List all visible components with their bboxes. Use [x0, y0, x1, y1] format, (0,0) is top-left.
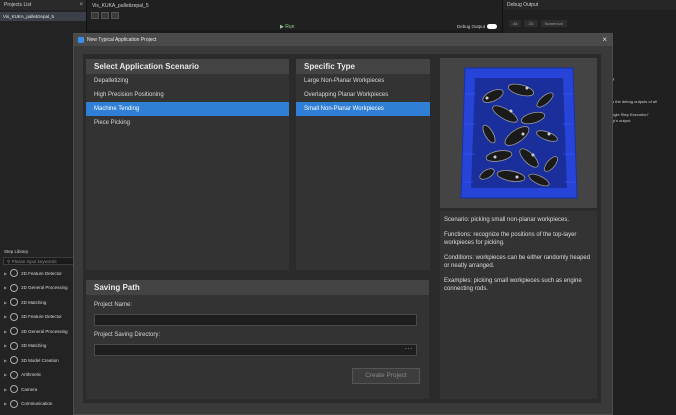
project-item[interactable]: Vis_KUKA_palletizepal_5 — [0, 12, 86, 21]
step-icon — [10, 312, 19, 321]
step-icon — [10, 341, 19, 350]
scenario-preview-image — [440, 58, 597, 208]
step-icon — [10, 370, 19, 379]
toggle-switch[interactable] — [487, 24, 498, 30]
scenario-list-panel: Select Application Scenario Depalletizin… — [86, 59, 289, 270]
step-icon — [10, 385, 19, 394]
scenario-heading: Select Application Scenario — [86, 59, 289, 74]
debug-note: ows the debug outputs of all — [607, 99, 657, 104]
app-icon — [78, 37, 84, 43]
chevron-right-icon: ▶ — [4, 270, 8, 276]
close-icon[interactable]: × — [79, 0, 83, 10]
tab-project[interactable]: Vis_KUKA_palletizepal_5 — [89, 2, 152, 10]
close-icon[interactable]: × — [602, 35, 607, 44]
filter-numerical[interactable]: Numerical — [540, 20, 567, 27]
new-project-dialog: New Typical Application Project × Select… — [73, 33, 613, 415]
library-item-label: Arithmetic — [21, 372, 42, 378]
toolbar-button[interactable] — [101, 12, 109, 19]
projects-title: Projects List — [4, 2, 32, 8]
dialog-body: Select Application Scenario Depalletizin… — [83, 54, 601, 403]
project-name-input[interactable] — [94, 314, 417, 326]
chevron-right-icon: ▶ — [4, 299, 8, 305]
filter-all[interactable]: All — [509, 20, 522, 27]
chevron-right-icon: ▶ — [4, 372, 8, 378]
project-dir-input[interactable] — [94, 344, 417, 356]
library-item-label: 3D Matching — [21, 343, 47, 349]
debug-output-label: Debug Output — [457, 24, 486, 29]
step-icon — [10, 269, 19, 278]
chevron-right-icon: ▶ — [4, 328, 8, 334]
library-item-label: Communication — [21, 401, 53, 407]
debug-note: "Single Step Execution" — [607, 112, 649, 117]
library-item-label: 3D Feature Detector — [21, 314, 62, 320]
run-label: Run — [285, 24, 295, 30]
chevron-right-icon: ▶ — [4, 386, 8, 392]
step-icon — [10, 298, 19, 307]
specific-type-panel: Specific Type Large Non-Planar Workpiece… — [296, 59, 430, 270]
dialog-title-bar: New Typical Application Project × — [74, 34, 612, 46]
library-item-label: 2D General Processing — [21, 285, 68, 291]
toolbar — [91, 12, 119, 19]
browse-directory-button[interactable]: ... — [405, 345, 413, 351]
scenario-item-piece-picking[interactable]: Piece Picking — [86, 116, 289, 130]
toolbar-button[interactable] — [91, 12, 99, 19]
library-item-label: 2D Feature Detector — [21, 270, 62, 276]
workpiece-bin-illustration — [459, 67, 578, 199]
step-icon — [10, 283, 19, 292]
filter-2d[interactable]: 2D — [524, 20, 538, 27]
search-icon: ⚲ — [7, 259, 11, 264]
step-icon — [10, 356, 19, 365]
create-project-button[interactable]: Create Project — [352, 368, 420, 384]
project-dir-label: Project Saving Directory: — [94, 332, 161, 338]
projects-header: Projects List × — [0, 0, 86, 10]
library-item-label: Camera — [21, 386, 38, 392]
description-conditions: Conditions: workpieces can be either ran… — [444, 255, 591, 269]
specific-type-heading: Specific Type — [296, 59, 430, 74]
debug-title: Debug Output — [507, 2, 539, 8]
main-editor-area: Vis_KUKA_palletizepal_5 ▶ Run Debug Outp… — [87, 0, 502, 30]
scenario-item-depalletizing[interactable]: Depalletizing — [86, 74, 289, 88]
chevron-right-icon: ▶ — [4, 401, 8, 407]
chevron-right-icon: ▶ — [4, 314, 8, 320]
debug-output-toggle[interactable]: Debug Output — [457, 24, 498, 30]
scenario-item-high-precision-positioning[interactable]: High Precision Positioning — [86, 88, 289, 102]
step-icon — [10, 327, 19, 336]
description-scenario: Scenario: picking small non-planar workp… — [444, 217, 570, 223]
toolbar-button[interactable] — [111, 12, 119, 19]
chevron-right-icon: ▶ — [4, 343, 8, 349]
debug-filter: All 2D Numerical — [509, 20, 567, 27]
dialog-title: New Typical Application Project — [87, 37, 157, 43]
chevron-right-icon: ▶ — [4, 285, 8, 291]
step-icon — [10, 399, 19, 408]
search-placeholder: Please input keywords — [11, 259, 57, 264]
scenario-description: Scenario: picking small non-planar workp… — [440, 211, 597, 399]
type-item-large-non-planar[interactable]: Large Non-Planar Workpieces — [296, 74, 430, 88]
description-examples: Examples: picking small workpieces such … — [444, 278, 582, 292]
chevron-right-icon: ▶ — [4, 357, 8, 363]
project-name-label: Project Name: — [94, 302, 133, 308]
library-item-label: 3D General Processing — [21, 328, 68, 334]
type-item-overlapping-planar[interactable]: Overlapping Planar Workpieces — [296, 88, 430, 102]
description-functions: Functions: recognize the positions of th… — [444, 232, 577, 246]
library-item-label: 2D Matching — [21, 299, 47, 305]
scenario-item-machine-tending[interactable]: Machine Tending — [86, 102, 289, 116]
step-search-input[interactable]: ⚲ Please input keywords — [3, 257, 83, 265]
run-button[interactable]: ▶ Run — [280, 24, 294, 30]
play-icon: ▶ — [280, 24, 284, 30]
library-item-label: 3D Model Creation — [21, 357, 59, 363]
type-item-small-non-planar[interactable]: Small Non-Planar Workpieces — [296, 102, 430, 116]
debug-header: Debug Output — [503, 0, 676, 10]
saving-path-heading: Saving Path — [86, 280, 429, 295]
saving-path-panel: Saving Path Project Name: Project Saving… — [86, 280, 429, 399]
